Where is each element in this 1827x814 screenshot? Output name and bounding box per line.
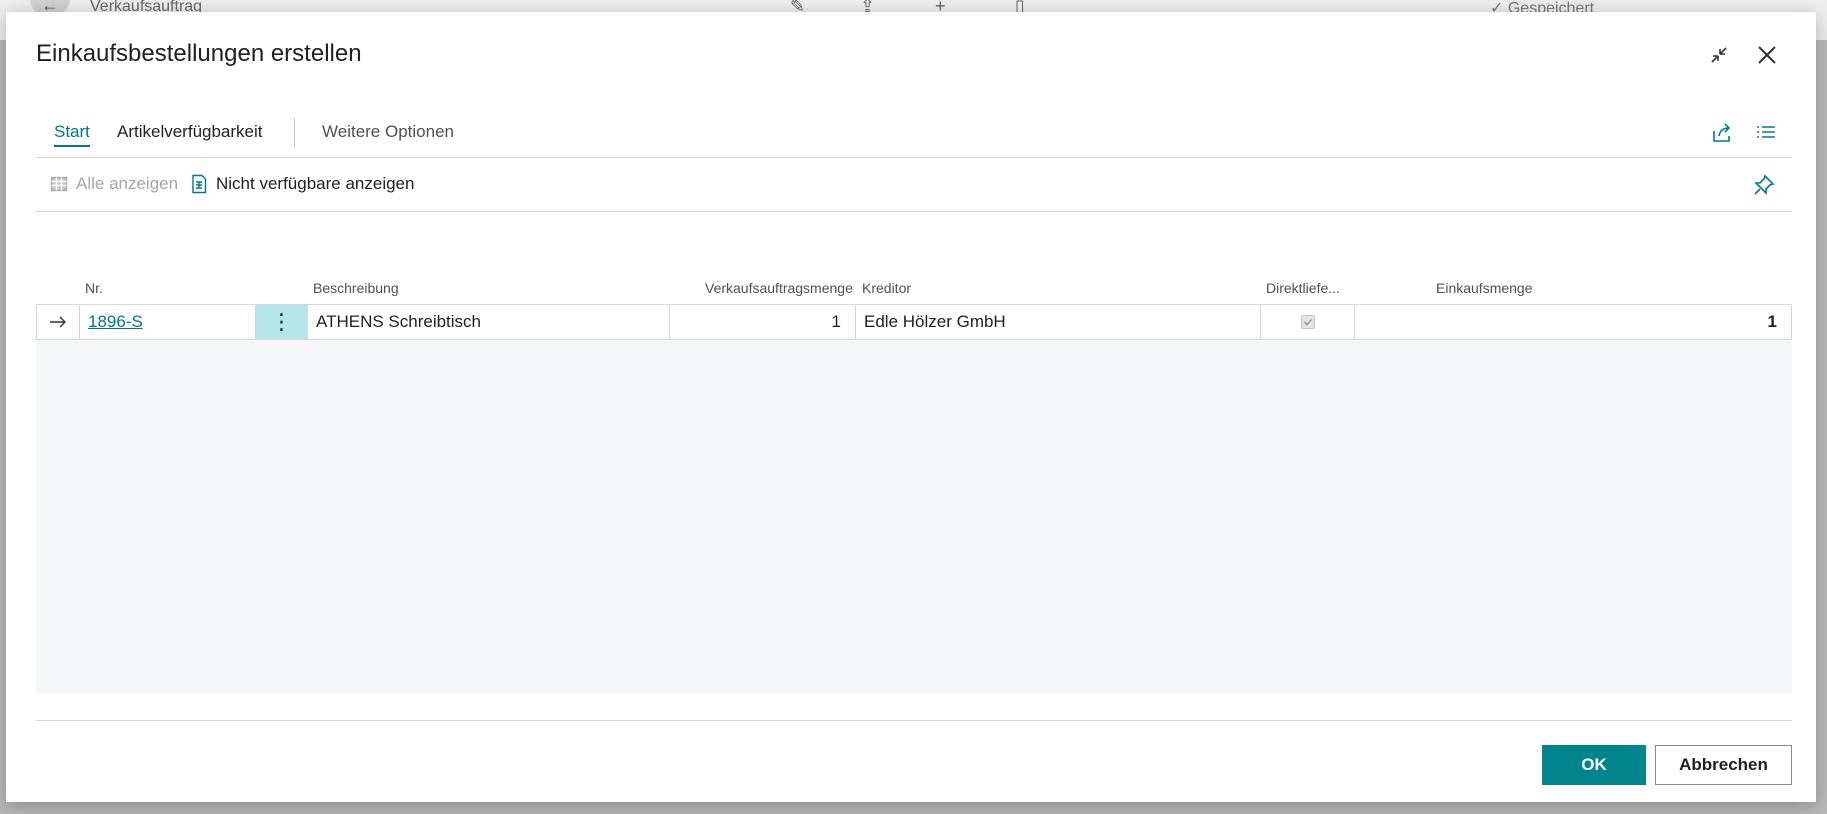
cell-vendor[interactable]: Edle Hölzer GmbH bbox=[856, 305, 1261, 339]
tab-start[interactable]: Start bbox=[54, 122, 90, 147]
cell-drop-ship[interactable] bbox=[1261, 305, 1355, 339]
show-unavailable-label: Nicht verfügbare anzeigen bbox=[216, 174, 415, 193]
share-icon bbox=[1713, 123, 1731, 142]
action-toolbar: Alle anzeigen Nicht verfügbare anzeigen bbox=[36, 158, 1792, 212]
cell-sales-qty[interactable]: 1 bbox=[670, 305, 856, 339]
close-button[interactable] bbox=[1750, 38, 1784, 72]
dialog-title: Einkaufsbestellungen erstellen bbox=[36, 40, 362, 67]
list-view-button[interactable] bbox=[1752, 120, 1780, 146]
show-all-label: Alle anzeigen bbox=[76, 174, 179, 193]
column-header-drop-ship[interactable]: Direktliefe... bbox=[1266, 280, 1340, 296]
collapse-icon bbox=[1711, 47, 1727, 63]
pin-button[interactable] bbox=[1750, 172, 1778, 198]
grid-body: 1896-S ⋮ ATHENS Schreibtisch 1 Edle Hölz… bbox=[36, 304, 1792, 694]
table-icon bbox=[50, 176, 68, 192]
drop-ship-checkbox[interactable] bbox=[1300, 315, 1315, 329]
create-purchase-orders-dialog: Einkaufsbestellungen erstellen Start Art… bbox=[6, 12, 1816, 802]
tab-separator bbox=[294, 118, 295, 148]
share-button[interactable] bbox=[1708, 120, 1736, 146]
column-header-description[interactable]: Beschreibung bbox=[313, 280, 399, 296]
action-tab-bar: Start Artikelverfügbarkeit Weitere Optio… bbox=[36, 108, 1792, 158]
ok-button[interactable]: OK bbox=[1542, 745, 1646, 785]
row-indicator[interactable] bbox=[37, 305, 80, 339]
cell-purchase-qty[interactable]: 1 bbox=[1355, 305, 1791, 339]
grid-header: Nr. Beschreibung Verkaufsauftragsmenge K… bbox=[36, 274, 1792, 304]
column-header-purchase-qty[interactable]: Einkaufsmenge bbox=[1436, 280, 1533, 296]
cancel-button[interactable]: Abbrechen bbox=[1655, 745, 1792, 785]
close-icon bbox=[1758, 46, 1776, 64]
cell-description[interactable]: ATHENS Schreibtisch bbox=[308, 305, 670, 339]
pin-icon bbox=[1754, 174, 1775, 195]
collapse-button[interactable] bbox=[1702, 38, 1736, 72]
tab-more-options[interactable]: Weitere Optionen bbox=[322, 122, 454, 142]
checkmark-icon bbox=[1303, 318, 1312, 326]
show-unavailable-button[interactable]: Nicht verfügbare anzeigen bbox=[190, 174, 414, 194]
cell-nr[interactable]: 1896-S bbox=[80, 305, 256, 339]
row-actions-button[interactable]: ⋮ bbox=[256, 305, 308, 339]
tab-item-availability[interactable]: Artikelverfügbarkeit bbox=[117, 122, 263, 142]
arrow-right-icon bbox=[50, 316, 66, 328]
column-header-nr[interactable]: Nr. bbox=[85, 280, 103, 296]
show-all-button[interactable]: Alle anzeigen bbox=[50, 174, 178, 194]
column-header-vendor[interactable]: Kreditor bbox=[862, 280, 911, 296]
table-row[interactable]: 1896-S ⋮ ATHENS Schreibtisch 1 Edle Hölz… bbox=[36, 304, 1792, 340]
list-icon bbox=[1757, 126, 1775, 138]
column-header-sales-qty[interactable]: Verkaufsauftragsmenge bbox=[705, 280, 853, 296]
footer-divider bbox=[36, 720, 1792, 721]
document-filter-icon bbox=[192, 174, 207, 194]
